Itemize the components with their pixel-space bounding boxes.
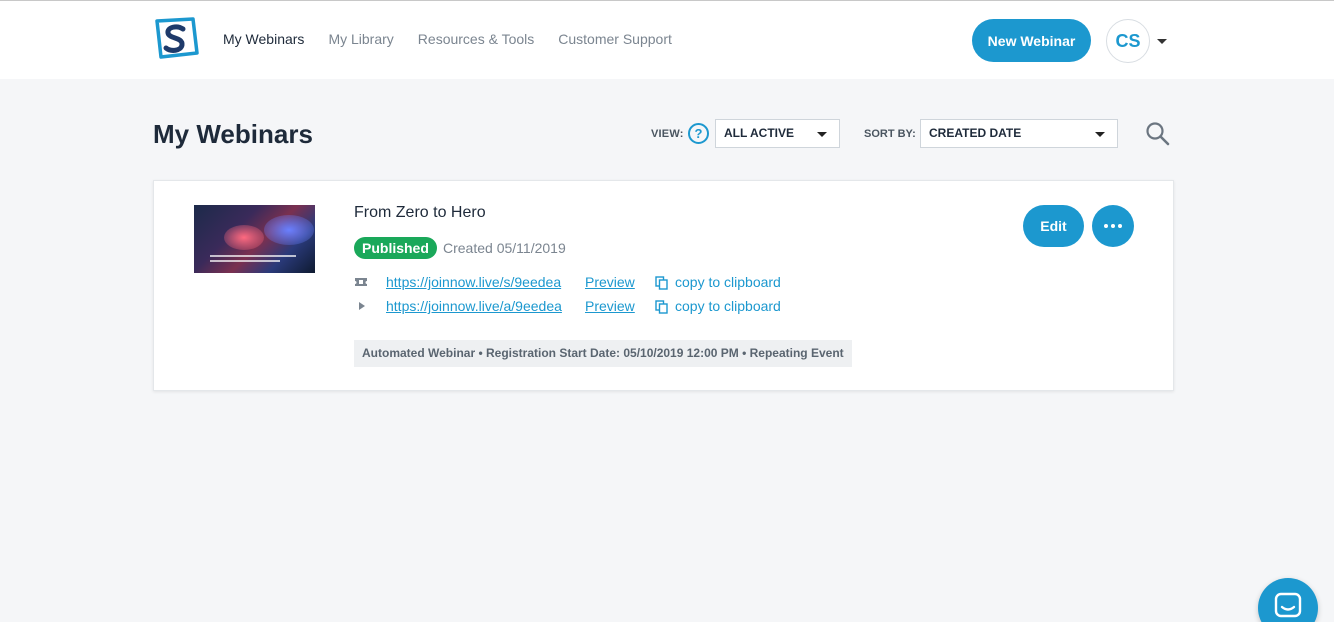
view-label: VIEW: <box>651 128 684 140</box>
webinar-thumbnail[interactable] <box>194 205 315 273</box>
chat-icon <box>1274 592 1302 618</box>
nav-my-library[interactable]: My Library <box>328 31 393 47</box>
app-logo-icon[interactable] <box>153 17 201 61</box>
attendee-url-link[interactable]: https://joinnow.live/a/9eedea <box>386 298 562 314</box>
more-dots-icon <box>1104 224 1108 228</box>
copy-icon[interactable] <box>655 300 668 314</box>
main-nav: My Webinars My Library Resources & Tools… <box>223 31 696 47</box>
view-select[interactable]: ALL ACTIVE <box>715 119 840 148</box>
view-select-value: ALL ACTIVE <box>724 126 795 140</box>
nav-resources-tools[interactable]: Resources & Tools <box>418 31 534 47</box>
top-nav-bar: My Webinars My Library Resources & Tools… <box>0 0 1334 79</box>
webinar-title[interactable]: From Zero to Hero <box>354 204 486 222</box>
new-webinar-button[interactable]: New Webinar <box>972 19 1091 62</box>
sort-select[interactable]: CREATED DATE <box>920 119 1118 148</box>
webinar-meta-info: Automated Webinar • Registration Start D… <box>354 340 852 367</box>
play-icon <box>359 302 365 310</box>
nav-customer-support[interactable]: Customer Support <box>558 31 672 47</box>
attendee-preview-link[interactable]: Preview <box>585 298 635 314</box>
ticket-icon <box>355 278 367 286</box>
copy-icon[interactable] <box>655 276 668 290</box>
edit-button[interactable]: Edit <box>1023 205 1084 247</box>
status-badge: Published <box>354 237 437 259</box>
registration-url-link[interactable]: https://joinnow.live/s/9eedea <box>386 274 561 290</box>
webinar-card: From Zero to Hero Published Created 05/1… <box>153 180 1174 391</box>
copy-attendee-link[interactable]: copy to clipboard <box>675 298 781 314</box>
copy-registration-link[interactable]: copy to clipboard <box>675 274 781 290</box>
chevron-down-icon[interactable] <box>1157 39 1167 44</box>
created-date: Created 05/11/2019 <box>443 240 566 256</box>
help-icon[interactable]: ? <box>688 123 709 144</box>
more-options-button[interactable] <box>1092 205 1134 247</box>
search-icon[interactable] <box>1145 121 1171 147</box>
chevron-down-icon <box>1095 132 1105 137</box>
page-title: My Webinars <box>153 119 313 149</box>
sort-label: SORT BY: <box>864 128 916 140</box>
chevron-down-icon <box>817 132 827 137</box>
nav-my-webinars[interactable]: My Webinars <box>223 31 304 47</box>
sort-select-value: CREATED DATE <box>929 126 1022 140</box>
registration-preview-link[interactable]: Preview <box>585 274 635 290</box>
avatar[interactable]: CS <box>1106 19 1150 63</box>
chat-launcher-button[interactable] <box>1258 578 1318 622</box>
